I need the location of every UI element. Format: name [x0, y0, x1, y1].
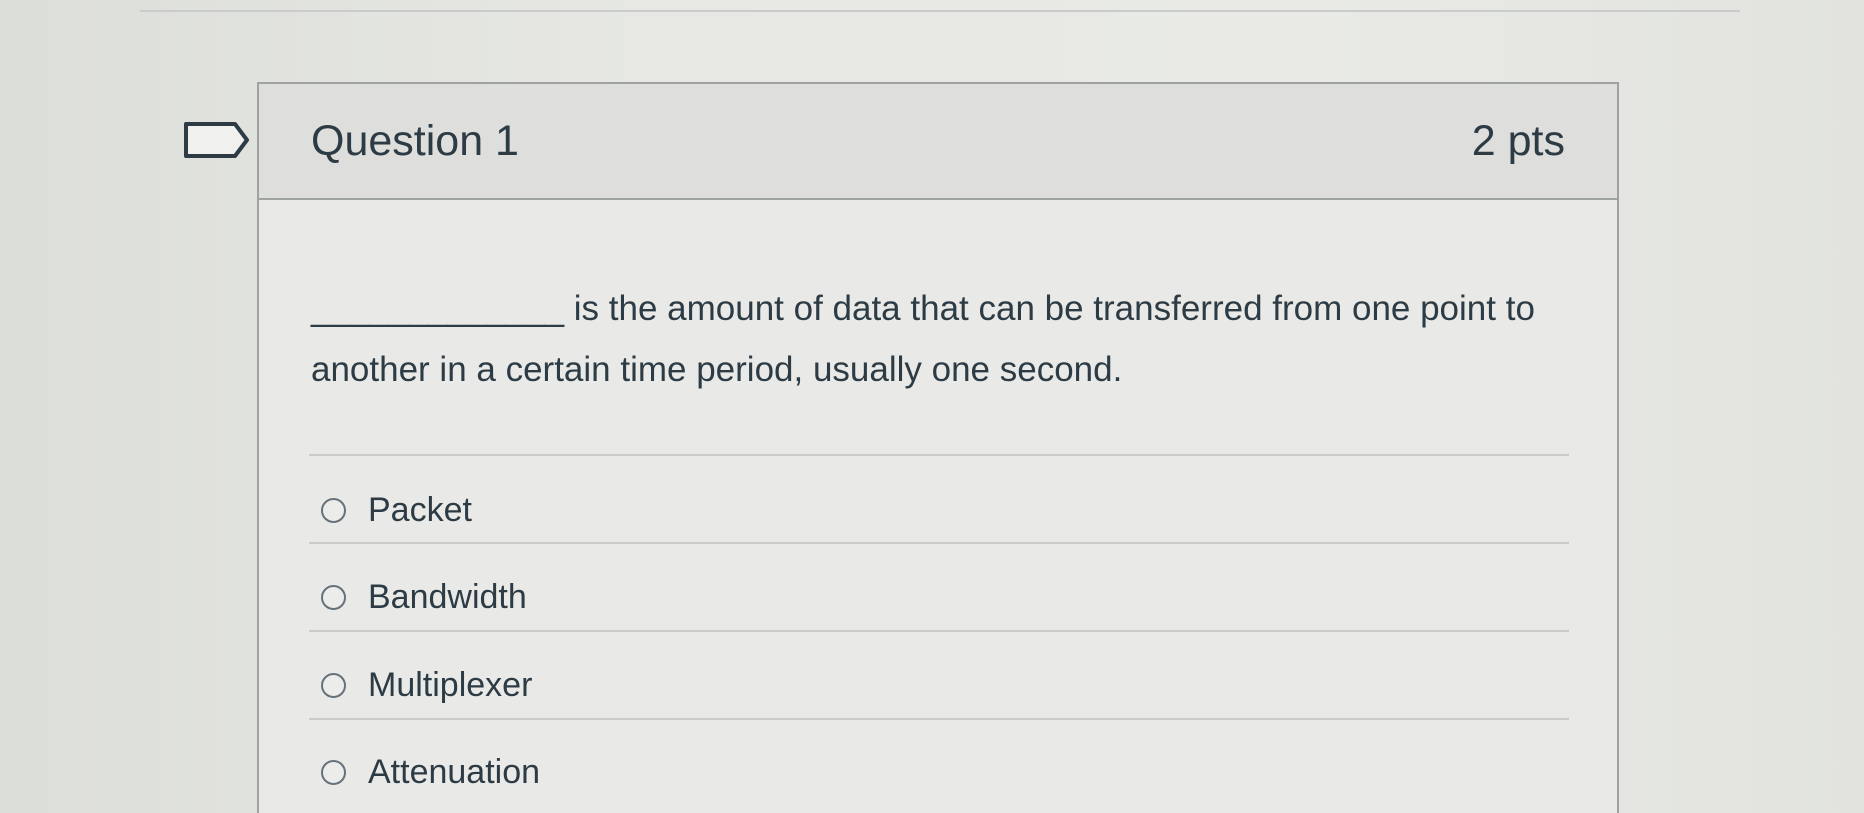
question-header: Question 1 2 pts — [259, 84, 1617, 200]
answer-option-multiplexer[interactable]: Multiplexer — [321, 641, 1569, 729]
answer-divider — [309, 630, 1569, 632]
answer-divider — [309, 542, 1569, 544]
radio-button-icon[interactable] — [321, 759, 346, 785]
top-divider — [140, 10, 1740, 12]
radio-button-icon[interactable] — [321, 497, 346, 523]
answers-divider — [309, 454, 1569, 456]
answer-option-bandwidth[interactable]: Bandwidth — [321, 553, 1569, 641]
question-text: _____________ is the amount of data that… — [311, 289, 1535, 389]
question-points: 2 pts — [1471, 117, 1565, 165]
question-card: Question 1 2 pts _____________ is the am… — [257, 82, 1619, 813]
answer-label: Bandwidth — [368, 577, 527, 616]
answer-divider — [309, 718, 1569, 720]
answer-option-packet[interactable]: Packet — [321, 466, 1569, 554]
radio-button-icon[interactable] — [321, 672, 346, 698]
answer-label: Attenuation — [368, 752, 541, 791]
answer-label: Multiplexer — [368, 665, 533, 704]
answer-label: Packet — [368, 490, 472, 529]
flag-question-icon[interactable] — [183, 120, 251, 160]
question-title: Question 1 — [311, 117, 519, 165]
quiz-page: Question 1 2 pts _____________ is the am… — [0, 0, 1864, 813]
radio-button-icon[interactable] — [321, 584, 346, 610]
answer-option-attenuation[interactable]: Attenuation — [321, 728, 1569, 813]
